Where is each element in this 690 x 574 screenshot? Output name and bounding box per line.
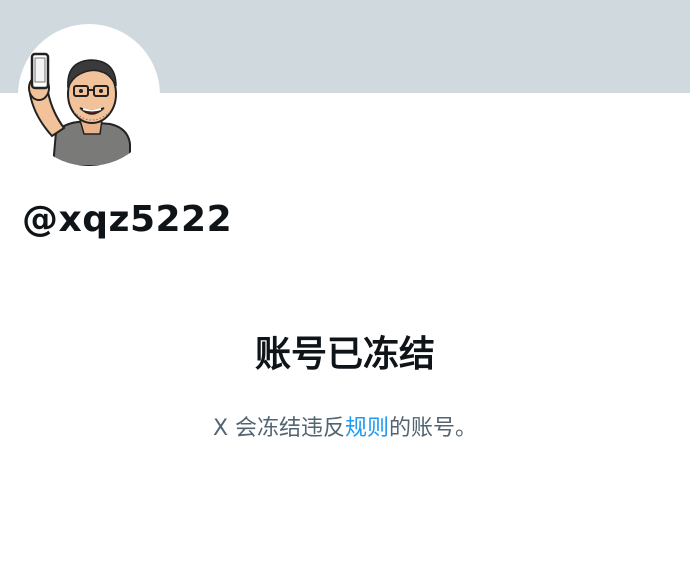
- profile-page: @xqz5222 账号已冻结 X 会冻结违反规则的账号。: [0, 0, 690, 574]
- suspended-title: 账号已冻结: [254, 334, 435, 375]
- avatar[interactable]: [18, 24, 160, 166]
- rules-link[interactable]: 规则: [345, 416, 389, 441]
- description-suffix: 的账号。: [389, 416, 478, 441]
- description-prefix: X 会冻结违反: [212, 416, 346, 441]
- cartoon-man-holding-phone-icon: [28, 52, 131, 166]
- suspended-description: X 会冻结违反规则的账号。: [0, 410, 690, 442]
- profile-handle: @xqz5222: [22, 199, 233, 240]
